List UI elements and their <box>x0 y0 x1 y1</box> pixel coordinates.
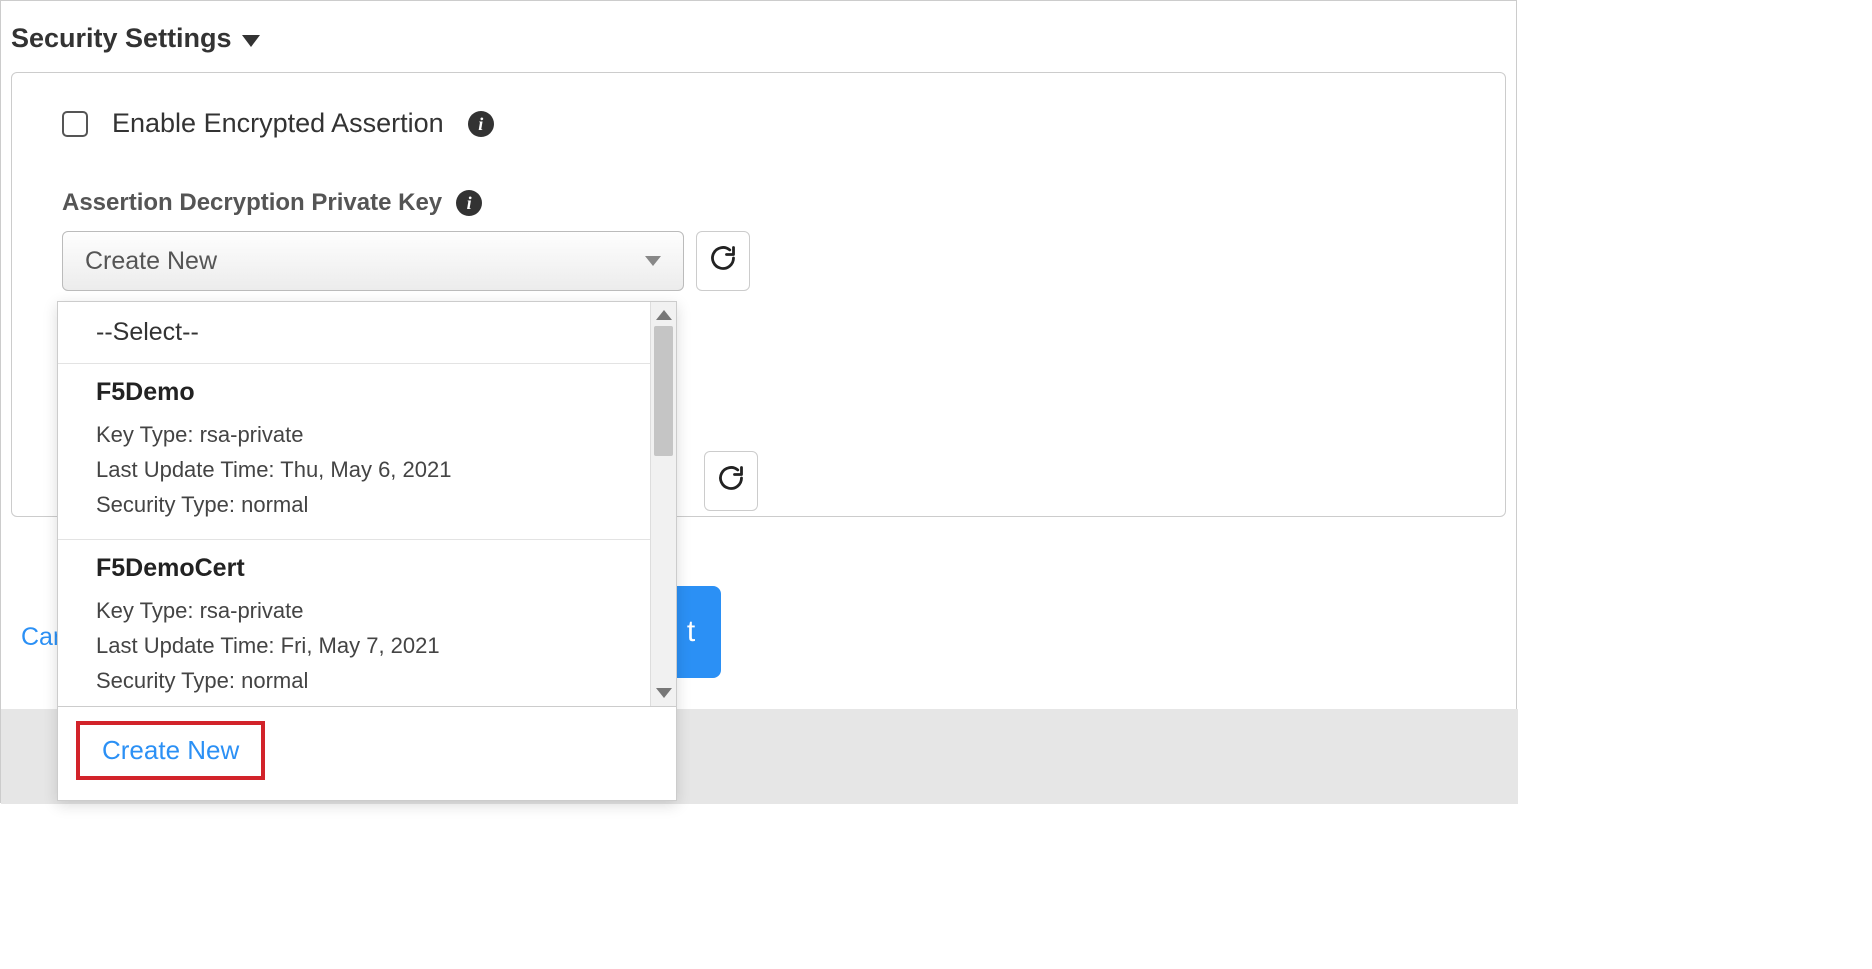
refresh-icon <box>709 244 737 278</box>
scroll-down-icon[interactable] <box>656 688 672 698</box>
assertion-key-dropdown: --Select-- F5Demo Key Type: rsa-private … <box>57 301 677 801</box>
meta-value: rsa-private <box>200 422 304 447</box>
meta-value: Fri, May 7, 2021 <box>281 633 440 658</box>
dropdown-option-meta: Key Type: rsa-private <box>96 417 650 452</box>
assertion-key-label-row: Assertion Decryption Private Key i <box>62 189 1455 217</box>
next-button[interactable]: t <box>671 586 721 678</box>
meta-label: Last Update Time: <box>96 457 275 482</box>
security-settings-panel: Security Settings Enable Encrypted Asser… <box>0 0 1517 803</box>
enable-encrypted-assertion-row: Enable Encrypted Assertion i <box>62 108 1455 139</box>
dropdown-option-meta: Last Update Time: Fri, May 7, 2021 <box>96 628 650 663</box>
meta-label: Security Type: <box>96 492 235 517</box>
dropdown-option[interactable]: F5Demo Key Type: rsa-private Last Update… <box>58 364 676 540</box>
dropdown-option-meta: Security Type: normal <box>96 487 650 522</box>
assertion-key-label: Assertion Decryption Private Key <box>62 189 442 217</box>
refresh-icon <box>717 464 745 498</box>
dropdown-option-name: F5DemoCert <box>96 554 650 583</box>
scroll-thumb[interactable] <box>654 326 673 456</box>
create-new-option[interactable]: Create New <box>76 721 265 780</box>
meta-value: normal <box>241 668 308 693</box>
dropdown-scroll-area: --Select-- F5Demo Key Type: rsa-private … <box>58 302 676 706</box>
dropdown-option-meta: Last Update Time: Thu, May 6, 2021 <box>96 452 650 487</box>
meta-value: Thu, May 6, 2021 <box>280 457 451 482</box>
assertion-key-select-row: Create New <box>62 231 1455 291</box>
dropdown-option-name: F5Demo <box>96 378 650 407</box>
dropdown-placeholder-option[interactable]: --Select-- <box>58 302 676 364</box>
meta-label: Security Type: <box>96 668 235 693</box>
caret-down-icon <box>242 35 260 47</box>
section-title: Security Settings <box>11 23 232 54</box>
enable-encrypted-assertion-checkbox[interactable] <box>62 111 88 137</box>
meta-value: rsa-private <box>200 598 304 623</box>
meta-value: normal <box>241 492 308 517</box>
meta-label: Last Update Time: <box>96 633 275 658</box>
chevron-down-icon <box>645 256 661 266</box>
assertion-key-select[interactable]: Create New <box>62 231 684 291</box>
section-header[interactable]: Security Settings <box>1 1 1516 72</box>
assertion-key-select-value: Create New <box>85 247 217 276</box>
next-button-text-fragment: t <box>687 615 695 649</box>
enable-encrypted-assertion-label: Enable Encrypted Assertion <box>112 108 444 139</box>
refresh-button[interactable] <box>696 231 750 291</box>
dropdown-option-meta: Security Type: normal <box>96 663 650 698</box>
dropdown-footer: Create New <box>58 706 676 800</box>
dropdown-option[interactable]: F5DemoCert Key Type: rsa-private Last Up… <box>58 540 676 706</box>
dropdown-list: --Select-- F5Demo Key Type: rsa-private … <box>58 302 676 706</box>
info-icon[interactable]: i <box>456 190 482 216</box>
meta-label: Key Type: <box>96 598 193 623</box>
info-icon[interactable]: i <box>468 111 494 137</box>
refresh-button[interactable] <box>704 451 758 511</box>
dropdown-option-meta: Key Type: rsa-private <box>96 593 650 628</box>
scrollbar[interactable] <box>650 302 676 706</box>
meta-label: Key Type: <box>96 422 193 447</box>
scroll-up-icon[interactable] <box>656 310 672 320</box>
